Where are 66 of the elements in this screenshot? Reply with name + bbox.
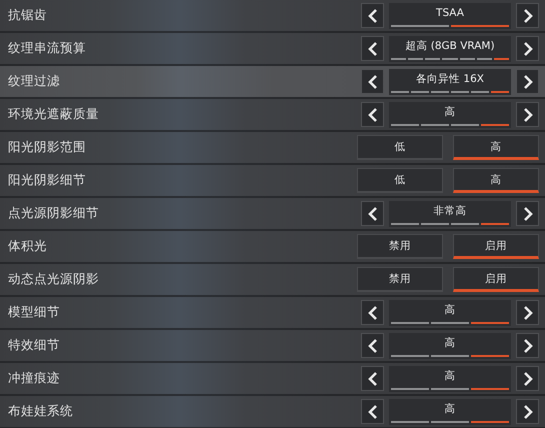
chevron-left-icon [368, 372, 378, 386]
chevron-left-icon [368, 74, 378, 88]
setting-label: 纹理过滤 [8, 73, 61, 90]
setting-value: 高 [444, 106, 456, 118]
chevron-right-icon [522, 108, 532, 122]
option-button[interactable]: 禁用 [357, 234, 443, 259]
chevron-right-icon [522, 306, 532, 320]
setting-label: 纹理串流预算 [8, 40, 87, 57]
setting-value: 高 [444, 336, 456, 350]
setting-value: 高 [444, 370, 456, 382]
chevron-left-icon [368, 306, 378, 320]
next-button[interactable] [516, 366, 539, 391]
setting-value: 高 [444, 304, 456, 316]
option-button[interactable]: 低 [357, 135, 443, 160]
previous-button[interactable] [361, 399, 384, 424]
option-button[interactable]: 低 [357, 168, 443, 193]
chevron-right-icon [522, 372, 532, 386]
setting-label: 环境光遮蔽质量 [8, 106, 100, 123]
previous-button[interactable] [361, 102, 384, 127]
setting-value: 高 [444, 402, 456, 416]
chevron-left-icon [368, 42, 378, 56]
setting-value: 各向异性 16X [416, 72, 484, 86]
setting-label: 特效细节 [8, 337, 61, 354]
setting-label: 阳光阴影细节 [8, 172, 87, 189]
chevron-right-icon [522, 404, 532, 418]
setting-value: TSAA [436, 6, 464, 20]
setting-label: 冲撞痕迹 [8, 370, 61, 387]
chevron-right-icon [522, 8, 532, 22]
previous-button[interactable] [361, 201, 384, 226]
chevron-left-icon [368, 206, 378, 220]
next-button[interactable] [516, 3, 539, 28]
chevron-right-icon [522, 338, 532, 352]
previous-button[interactable] [361, 366, 384, 391]
next-button[interactable] [516, 69, 539, 94]
previous-button[interactable] [361, 300, 384, 325]
setting-label: 模型细节 [8, 304, 61, 321]
previous-button[interactable] [361, 3, 384, 28]
chevron-left-icon [368, 108, 378, 122]
setting-label: 布娃娃系统 [8, 403, 74, 420]
setting-label: 体积光 [8, 238, 48, 255]
chevron-right-icon [522, 74, 532, 88]
option-button[interactable]: 启用 [453, 267, 539, 292]
next-button[interactable] [516, 36, 539, 61]
previous-button[interactable] [361, 36, 384, 61]
setting-label: 动态点光源阴影 [8, 271, 100, 288]
chevron-left-icon [368, 338, 378, 352]
option-button[interactable]: 禁用 [357, 267, 443, 292]
chevron-right-icon [522, 206, 532, 220]
chevron-right-icon [522, 42, 532, 56]
option-button[interactable]: 高 [453, 135, 539, 160]
setting-value: 非常高 [434, 204, 466, 218]
setting-label: 阳光阴影范围 [8, 139, 87, 156]
next-button[interactable] [516, 201, 539, 226]
next-button[interactable] [516, 300, 539, 325]
previous-button[interactable] [361, 69, 384, 94]
previous-button[interactable] [361, 333, 384, 358]
setting-label: 点光源阴影细节 [8, 205, 100, 222]
chevron-left-icon [368, 8, 378, 22]
option-button[interactable]: 高 [453, 168, 539, 193]
setting-value: 超高 (8GB VRAM) [405, 40, 495, 52]
chevron-left-icon [368, 404, 378, 418]
next-button[interactable] [516, 399, 539, 424]
option-button[interactable]: 启用 [453, 234, 539, 259]
next-button[interactable] [516, 102, 539, 127]
next-button[interactable] [516, 333, 539, 358]
setting-label: 抗锯齿 [8, 7, 48, 24]
